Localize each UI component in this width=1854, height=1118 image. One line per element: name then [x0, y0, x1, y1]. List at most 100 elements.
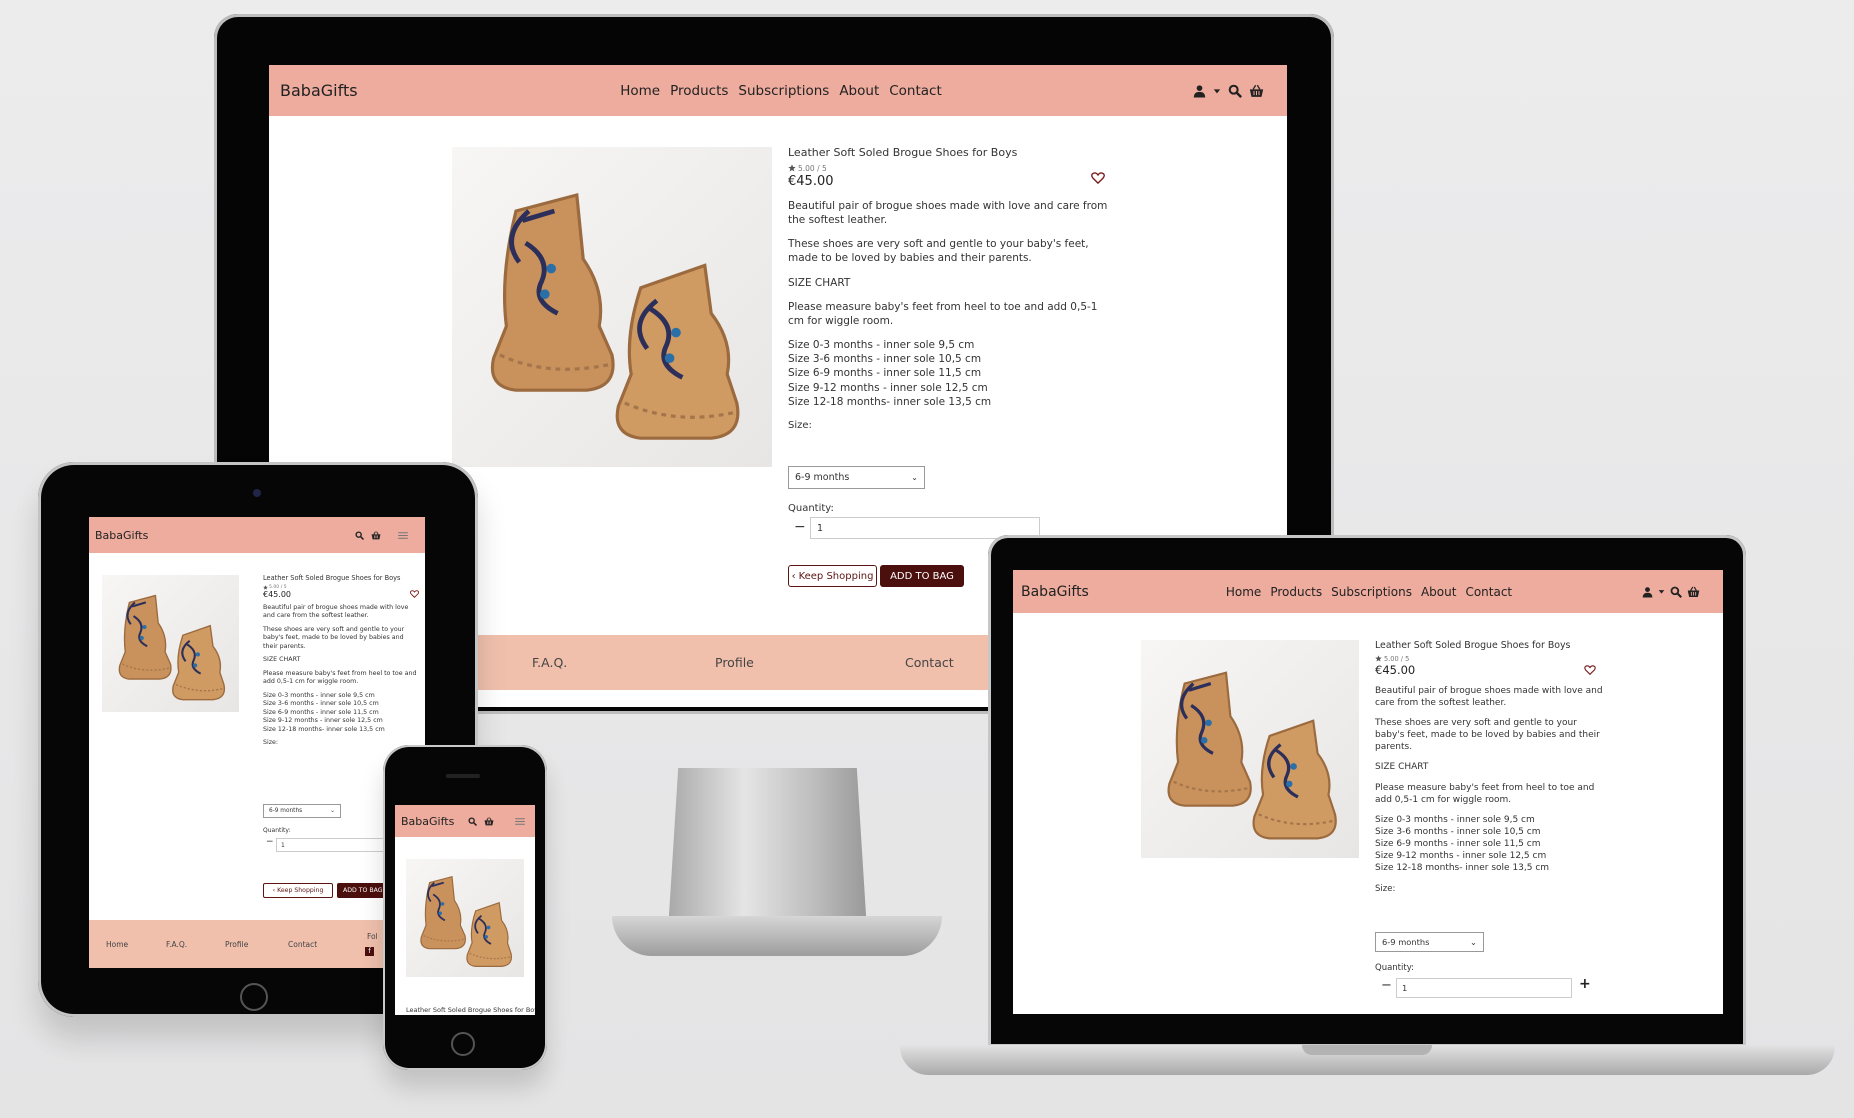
monitor-stand-base — [612, 916, 942, 956]
size-select[interactable]: 6-9 months ⌄ — [788, 466, 925, 489]
footer-profile[interactable]: Profile — [715, 655, 754, 670]
chevron-down-icon: ⌄ — [1470, 937, 1477, 947]
product-details: Leather Soft Soled Brogue Shoes for Boys… — [1375, 640, 1605, 895]
rating-text: 5.00 / 5 — [798, 163, 827, 173]
size-select[interactable]: 6-9 months ⌄ — [1375, 932, 1484, 952]
hamburger-icon[interactable] — [513, 816, 527, 827]
keep-shopping-button[interactable]: ‹ Keep Shopping — [263, 883, 333, 898]
nav-subscriptions[interactable]: Subscriptions — [1331, 585, 1412, 599]
size-list: Size 0-3 months - inner sole 9,5 cm Size… — [788, 338, 1108, 409]
nav-contact[interactable]: Contact — [889, 83, 942, 99]
user-icon[interactable] — [1642, 586, 1653, 598]
product-rating: 5.00 / 5 — [1375, 655, 1605, 663]
nav-about[interactable]: About — [1421, 585, 1456, 599]
quantity-value: 1 — [1402, 983, 1408, 993]
chevron-left-icon: ‹ — [272, 887, 276, 894]
keep-shopping-button[interactable]: ‹ Keep Shopping — [788, 565, 877, 587]
brand-logo[interactable]: BabaGifts — [401, 815, 454, 828]
desc-2: These shoes are very soft and gentle to … — [263, 625, 405, 650]
size-row: Size 0-3 months - inner sole 9,5 cm — [263, 691, 375, 699]
footer-home[interactable]: Home — [106, 940, 128, 949]
nav-home[interactable]: Home — [620, 83, 660, 99]
nav-about[interactable]: About — [839, 83, 879, 99]
footer-contact[interactable]: Contact — [288, 940, 317, 949]
search-icon[interactable] — [355, 531, 364, 540]
quantity-input[interactable]: 1 — [1396, 978, 1572, 998]
size-list: Size 0-3 months - inner sole 9,5 cm Size… — [1375, 814, 1605, 875]
plus-icon[interactable]: + — [1579, 976, 1591, 992]
footer-faq[interactable]: F.A.Q. — [166, 940, 187, 949]
monitor-stand-neck — [668, 768, 867, 918]
nav-subscriptions[interactable]: Subscriptions — [738, 83, 829, 99]
measure-note: Please measure baby's feet from heel to … — [263, 669, 417, 686]
quantity-label: Quantity: — [788, 503, 834, 514]
nav-contact[interactable]: Contact — [1465, 585, 1512, 599]
size-row: Size 9-12 months - inner sole 12,5 cm — [788, 381, 988, 394]
product-image — [1141, 640, 1359, 858]
nav-icons — [1642, 586, 1700, 598]
tablet-home-button[interactable] — [240, 983, 268, 1011]
product-title: Leather Soft Soled Brogue Shoes for Boys — [788, 146, 1018, 159]
rating-text: 5.00 / 5 — [1384, 654, 1410, 663]
add-to-bag-label: ADD TO BAG — [890, 570, 954, 582]
wishlist-heart-icon[interactable] — [1091, 172, 1105, 184]
basket-icon[interactable] — [484, 817, 494, 826]
user-icon[interactable] — [1193, 84, 1206, 98]
nav-icons — [1193, 84, 1264, 98]
nav-products[interactable]: Products — [1270, 585, 1322, 599]
phone-home-button[interactable] — [451, 1032, 475, 1056]
size-row: Size 6-9 months - inner sole 11,5 cm — [1375, 839, 1541, 850]
phone-screen: BabaGifts Leather Soft Soled Brogue Shoe… — [395, 805, 535, 1015]
size-select-value: 6-9 months — [1382, 937, 1430, 947]
add-to-bag-button[interactable]: ADD TO BAG — [880, 565, 964, 587]
product-title: Leather Soft Soled Brogue Shoes for Boys — [406, 1006, 535, 1014]
facebook-icon[interactable]: f — [365, 947, 374, 956]
footer-contact[interactable]: Contact — [905, 655, 954, 670]
laptop-navbar: BabaGifts Home Products Subscriptions Ab… — [1013, 570, 1723, 613]
desc-1: Beautiful pair of brogue shoes made with… — [263, 603, 409, 620]
phone-nav-icons — [468, 816, 527, 827]
nav-home[interactable]: Home — [1226, 585, 1261, 599]
search-icon[interactable] — [1670, 586, 1682, 598]
search-icon[interactable] — [468, 817, 477, 826]
minus-icon[interactable]: − — [266, 837, 274, 847]
tablet-screen: BabaGifts Leather Soft Soled Brogue Shoe… — [89, 517, 425, 968]
product-title: Leather Soft Soled Brogue Shoes for Boys — [263, 574, 401, 582]
caret-down-icon[interactable] — [1213, 87, 1221, 95]
basket-icon[interactable] — [371, 531, 381, 540]
size-row: Size 12-18 months- inner sole 13,5 cm — [788, 395, 992, 408]
search-icon[interactable] — [1228, 84, 1242, 98]
product-title: Leather Soft Soled Brogue Shoes for Boys — [1375, 640, 1571, 651]
desc-2: These shoes are very soft and gentle to … — [788, 238, 1089, 265]
size-row: Size 9-12 months - inner sole 12,5 cm — [1375, 851, 1547, 862]
size-chart-heading: SIZE CHART — [263, 656, 301, 664]
product-rating: 5.00 / 5 — [788, 164, 1108, 173]
brand-logo[interactable]: BabaGifts — [280, 81, 358, 100]
minus-icon[interactable]: − — [794, 519, 806, 535]
size-label: Size: — [1375, 883, 1396, 894]
nav-products[interactable]: Products — [670, 83, 728, 99]
product-price: €45.00 — [263, 589, 291, 599]
size-row: Size 12-18 months- inner sole 13,5 cm — [263, 725, 385, 733]
brand-logo[interactable]: BabaGifts — [1021, 584, 1089, 600]
basket-icon[interactable] — [1249, 84, 1264, 98]
product-price: €45.00 — [788, 173, 834, 189]
size-row: Size 3-6 months - inner sole 10,5 cm — [788, 353, 982, 366]
footer-profile[interactable]: Profile — [225, 940, 248, 949]
laptop-screen: BabaGifts Home Products Subscriptions Ab… — [1013, 570, 1723, 1014]
hamburger-icon[interactable] — [396, 530, 410, 541]
basket-icon[interactable] — [1687, 586, 1700, 598]
size-select[interactable]: 6-9 months ⌄ — [263, 804, 341, 818]
star-icon — [788, 164, 796, 172]
product-image — [102, 575, 239, 712]
phone-speaker — [446, 774, 480, 778]
caret-down-icon[interactable] — [1658, 588, 1665, 595]
wishlist-heart-icon[interactable] — [1584, 665, 1596, 675]
wishlist-heart-icon[interactable] — [410, 590, 419, 598]
minus-icon[interactable]: − — [1381, 978, 1392, 993]
main-menu: Home Products Subscriptions About Contac… — [1226, 585, 1512, 599]
size-list: Size 0-3 months - inner sole 9,5 cm Size… — [263, 692, 420, 735]
size-select-value: 6-9 months — [269, 808, 303, 814]
footer-faq[interactable]: F.A.Q. — [532, 655, 567, 670]
brand-logo[interactable]: BabaGifts — [95, 529, 148, 542]
